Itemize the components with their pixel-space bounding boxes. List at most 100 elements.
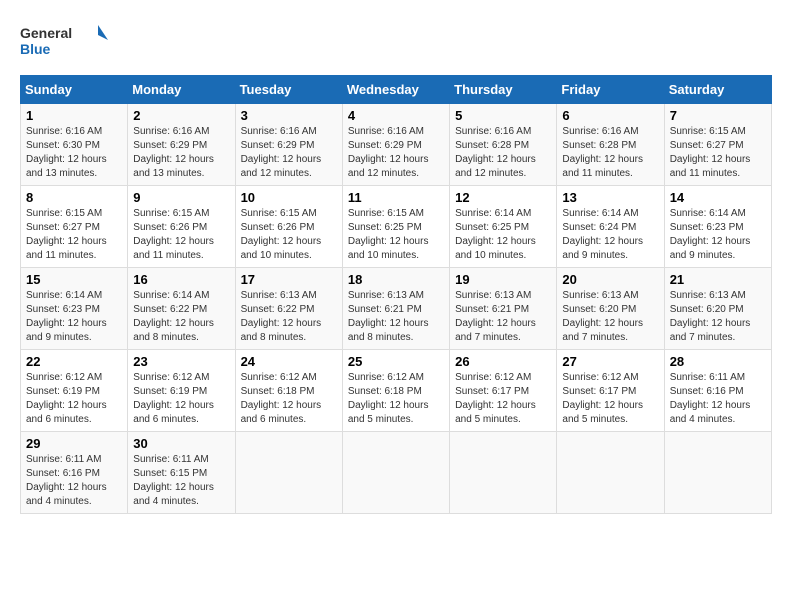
calendar-cell: 6Sunrise: 6:16 AMSunset: 6:28 PMDaylight… (557, 104, 664, 186)
weekday-header-wednesday: Wednesday (342, 76, 449, 104)
day-info: Sunrise: 6:12 AMSunset: 6:19 PMDaylight:… (133, 371, 229, 427)
day-info: Sunrise: 6:13 AMSunset: 6:20 PMDaylight:… (562, 289, 658, 345)
calendar-cell: 16 Sunrise: 6:14 AMSunset: 6:22 PMDayligh… (128, 268, 235, 350)
day-number: 13 (562, 190, 658, 205)
calendar-cell: 25 Sunrise: 6:12 AMSunset: 6:18 PMDayligh… (342, 350, 449, 432)
calendar-cell: 29 Sunrise: 6:11 AMSunset: 6:16 PMDayligh… (21, 432, 128, 514)
logo-svg: General Blue (20, 20, 110, 65)
day-number: 19 (455, 272, 551, 287)
day-info: Sunrise: 6:13 AMSunset: 6:21 PMDaylight:… (348, 289, 444, 345)
day-info: Sunrise: 6:11 AMSunset: 6:16 PMDaylight:… (26, 453, 122, 509)
calendar-cell: 14 Sunrise: 6:14 AMSunset: 6:23 PMDayligh… (664, 186, 771, 268)
week-row-4: 22Sunrise: 6:12 AMSunset: 6:19 PMDayligh… (21, 350, 772, 432)
weekday-header-friday: Friday (557, 76, 664, 104)
day-info: Sunrise: 6:12 AMSunset: 6:17 PMDaylight:… (562, 371, 658, 427)
calendar-cell: 19 Sunrise: 6:13 AMSunset: 6:21 PMDayligh… (450, 268, 557, 350)
calendar-cell (557, 432, 664, 514)
day-info: Sunrise: 6:11 AMSunset: 6:16 PMDaylight:… (670, 371, 766, 427)
day-number: 24 (241, 354, 337, 369)
day-number: 5 (455, 108, 551, 123)
calendar-cell: 12Sunrise: 6:14 AMSunset: 6:25 PMDayligh… (450, 186, 557, 268)
calendar-cell: 28 Sunrise: 6:11 AMSunset: 6:16 PMDayligh… (664, 350, 771, 432)
calendar-table: SundayMondayTuesdayWednesdayThursdayFrid… (20, 75, 772, 514)
day-info: Sunrise: 6:15 AMSunset: 6:26 PMDaylight:… (133, 207, 229, 263)
day-info: Sunrise: 6:16 AMSunset: 6:29 PMDaylight:… (241, 125, 337, 181)
calendar-cell: 9 Sunrise: 6:15 AMSunset: 6:26 PMDaylight… (128, 186, 235, 268)
calendar-cell: 18 Sunrise: 6:13 AMSunset: 6:21 PMDayligh… (342, 268, 449, 350)
calendar-cell: 5 Sunrise: 6:16 AMSunset: 6:28 PMDaylight… (450, 104, 557, 186)
calendar-cell: 23 Sunrise: 6:12 AMSunset: 6:19 PMDayligh… (128, 350, 235, 432)
day-info: Sunrise: 6:14 AMSunset: 6:23 PMDaylight:… (670, 207, 766, 263)
week-row-5: 29 Sunrise: 6:11 AMSunset: 6:16 PMDayligh… (21, 432, 772, 514)
calendar-cell: 1 Sunrise: 6:16 AMSunset: 6:30 PMDaylight… (21, 104, 128, 186)
calendar-cell: 7 Sunrise: 6:15 AMSunset: 6:27 PMDaylight… (664, 104, 771, 186)
day-number: 4 (348, 108, 444, 123)
day-info: Sunrise: 6:16 AMSunset: 6:29 PMDaylight:… (348, 125, 444, 181)
calendar-cell (235, 432, 342, 514)
page-header: General Blue (20, 20, 772, 65)
day-number: 8 (26, 190, 122, 205)
day-number: 29 (26, 436, 122, 451)
day-info: Sunrise: 6:15 AMSunset: 6:27 PMDaylight:… (670, 125, 766, 181)
day-info: Sunrise: 6:11 AMSunset: 6:15 PMDaylight:… (133, 453, 229, 509)
calendar-cell: 20 Sunrise: 6:13 AMSunset: 6:20 PMDayligh… (557, 268, 664, 350)
calendar-cell: 22Sunrise: 6:12 AMSunset: 6:19 PMDayligh… (21, 350, 128, 432)
day-number: 10 (241, 190, 337, 205)
calendar-cell: 17 Sunrise: 6:13 AMSunset: 6:22 PMDayligh… (235, 268, 342, 350)
day-number: 18 (348, 272, 444, 287)
calendar-cell: 26Sunrise: 6:12 AMSunset: 6:17 PMDayligh… (450, 350, 557, 432)
week-row-1: 1 Sunrise: 6:16 AMSunset: 6:30 PMDaylight… (21, 104, 772, 186)
calendar-cell: 10 Sunrise: 6:15 AMSunset: 6:26 PMDayligh… (235, 186, 342, 268)
calendar-cell: 8 Sunrise: 6:15 AMSunset: 6:27 PMDaylight… (21, 186, 128, 268)
day-info: Sunrise: 6:15 AMSunset: 6:26 PMDaylight:… (241, 207, 337, 263)
calendar-cell (664, 432, 771, 514)
calendar-cell: 24 Sunrise: 6:12 AMSunset: 6:18 PMDayligh… (235, 350, 342, 432)
calendar-cell: 13Sunrise: 6:14 AMSunset: 6:24 PMDayligh… (557, 186, 664, 268)
calendar-cell: 27 Sunrise: 6:12 AMSunset: 6:17 PMDayligh… (557, 350, 664, 432)
day-number: 20 (562, 272, 658, 287)
calendar-cell: 21Sunrise: 6:13 AMSunset: 6:20 PMDayligh… (664, 268, 771, 350)
day-info: Sunrise: 6:16 AMSunset: 6:30 PMDaylight:… (26, 125, 122, 181)
day-number: 23 (133, 354, 229, 369)
week-row-2: 8 Sunrise: 6:15 AMSunset: 6:27 PMDaylight… (21, 186, 772, 268)
day-info: Sunrise: 6:13 AMSunset: 6:21 PMDaylight:… (455, 289, 551, 345)
day-number: 11 (348, 190, 444, 205)
day-number: 15 (26, 272, 122, 287)
week-row-3: 15 Sunrise: 6:14 AMSunset: 6:23 PMDayligh… (21, 268, 772, 350)
day-info: Sunrise: 6:16 AMSunset: 6:29 PMDaylight:… (133, 125, 229, 181)
day-number: 2 (133, 108, 229, 123)
calendar-cell: 30 Sunrise: 6:11 AMSunset: 6:15 PMDayligh… (128, 432, 235, 514)
day-number: 14 (670, 190, 766, 205)
day-number: 27 (562, 354, 658, 369)
day-info: Sunrise: 6:16 AMSunset: 6:28 PMDaylight:… (455, 125, 551, 181)
weekday-header-tuesday: Tuesday (235, 76, 342, 104)
logo: General Blue (20, 20, 110, 65)
calendar-cell (450, 432, 557, 514)
day-number: 7 (670, 108, 766, 123)
day-info: Sunrise: 6:14 AMSunset: 6:22 PMDaylight:… (133, 289, 229, 345)
day-number: 30 (133, 436, 229, 451)
day-info: Sunrise: 6:15 AMSunset: 6:25 PMDaylight:… (348, 207, 444, 263)
day-info: Sunrise: 6:14 AMSunset: 6:23 PMDaylight:… (26, 289, 122, 345)
weekday-header-sunday: Sunday (21, 76, 128, 104)
day-info: Sunrise: 6:13 AMSunset: 6:22 PMDaylight:… (241, 289, 337, 345)
weekday-header-row: SundayMondayTuesdayWednesdayThursdayFrid… (21, 76, 772, 104)
day-info: Sunrise: 6:12 AMSunset: 6:18 PMDaylight:… (348, 371, 444, 427)
day-number: 16 (133, 272, 229, 287)
weekday-header-thursday: Thursday (450, 76, 557, 104)
weekday-header-saturday: Saturday (664, 76, 771, 104)
day-number: 9 (133, 190, 229, 205)
day-number: 3 (241, 108, 337, 123)
day-info: Sunrise: 6:12 AMSunset: 6:18 PMDaylight:… (241, 371, 337, 427)
day-number: 1 (26, 108, 122, 123)
day-number: 17 (241, 272, 337, 287)
day-number: 28 (670, 354, 766, 369)
day-info: Sunrise: 6:15 AMSunset: 6:27 PMDaylight:… (26, 207, 122, 263)
day-number: 25 (348, 354, 444, 369)
day-info: Sunrise: 6:16 AMSunset: 6:28 PMDaylight:… (562, 125, 658, 181)
svg-text:General: General (20, 25, 72, 41)
day-number: 21 (670, 272, 766, 287)
calendar-cell (342, 432, 449, 514)
weekday-header-monday: Monday (128, 76, 235, 104)
day-info: Sunrise: 6:12 AMSunset: 6:17 PMDaylight:… (455, 371, 551, 427)
